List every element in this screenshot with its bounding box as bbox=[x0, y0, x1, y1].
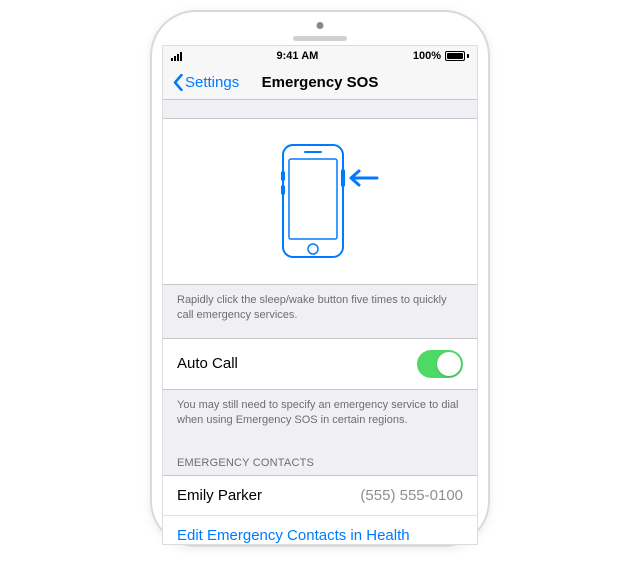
auto-call-footer: You may still need to specify an emergen… bbox=[163, 390, 477, 443]
signal-icon bbox=[171, 52, 182, 61]
content-scroll[interactable]: Rapidly click the sleep/wake button five… bbox=[163, 100, 477, 544]
camera-dot bbox=[317, 22, 324, 29]
auto-call-toggle[interactable] bbox=[417, 350, 463, 378]
screen: 9:41 AM 100% Settings Emergency SOS bbox=[162, 45, 478, 545]
back-button[interactable]: Settings bbox=[173, 74, 239, 91]
auto-call-label: Auto Call bbox=[177, 355, 238, 372]
contact-row[interactable]: Emily Parker (555) 555-0100 bbox=[163, 476, 477, 516]
edit-contacts-label: Edit Emergency Contacts in Health bbox=[177, 527, 410, 544]
contacts-header: EMERGENCY CONTACTS bbox=[163, 443, 477, 475]
speaker-grille bbox=[293, 36, 347, 41]
contact-name: Emily Parker bbox=[177, 487, 262, 504]
auto-call-cell[interactable]: Auto Call bbox=[163, 338, 477, 390]
status-bar: 9:41 AM 100% bbox=[163, 46, 477, 66]
phone-device-frame: 9:41 AM 100% Settings Emergency SOS bbox=[150, 10, 490, 547]
back-label: Settings bbox=[185, 74, 239, 91]
phone-illustration-icon bbox=[245, 141, 395, 266]
contacts-group: Emily Parker (555) 555-0100 Edit Emergen… bbox=[163, 475, 477, 544]
battery-percent: 100% bbox=[413, 50, 441, 62]
hero-illustration bbox=[163, 118, 477, 285]
nav-bar: Settings Emergency SOS bbox=[163, 66, 477, 100]
chevron-left-icon bbox=[173, 74, 183, 91]
status-left bbox=[171, 52, 182, 61]
status-time: 9:41 AM bbox=[277, 50, 319, 62]
status-right: 100% bbox=[413, 50, 469, 62]
contact-phone: (555) 555-0100 bbox=[360, 487, 463, 504]
hero-footer-text: Rapidly click the sleep/wake button five… bbox=[163, 285, 477, 338]
edit-contacts-link[interactable]: Edit Emergency Contacts in Health bbox=[163, 516, 477, 544]
battery-icon bbox=[445, 51, 469, 61]
